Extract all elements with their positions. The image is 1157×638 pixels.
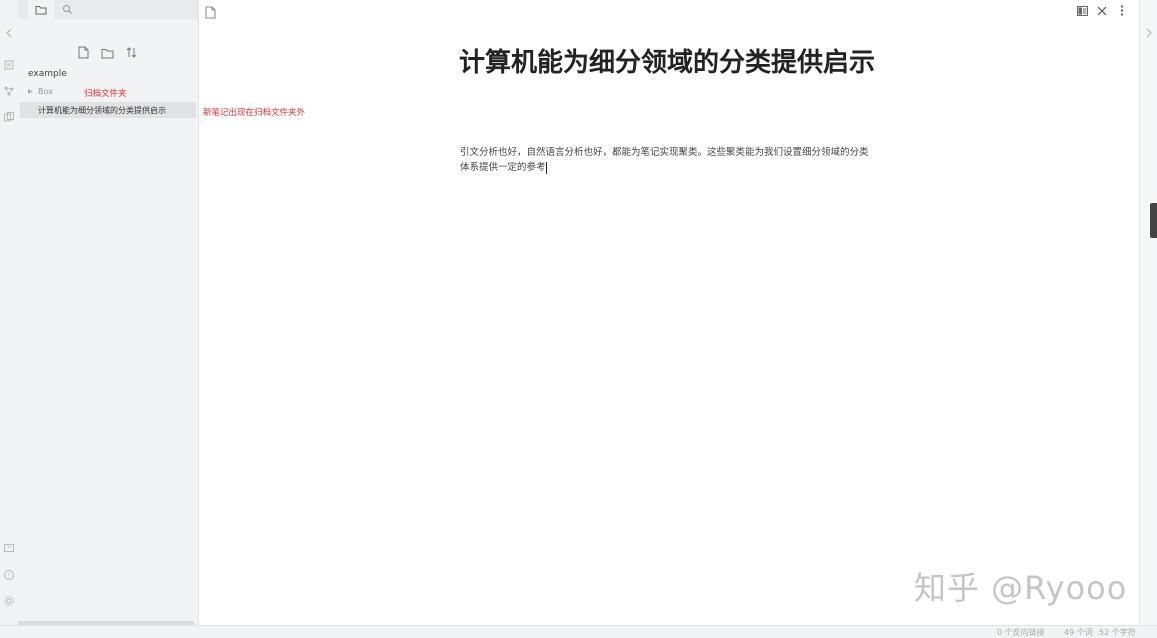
more-options-button[interactable] <box>1116 4 1128 16</box>
sort-button[interactable] <box>124 46 138 60</box>
reading-mode-button[interactable] <box>1076 4 1088 16</box>
file-explorer-sidebar: example ▶ Box 归档文件夹 计算机能为细分领域的分类提供启示 <box>18 0 199 625</box>
settings-icon[interactable] <box>3 592 15 606</box>
search-icon <box>62 0 73 19</box>
help-icon[interactable]: ? <box>3 566 15 580</box>
file-label: 计算机能为细分领域的分类提供启示 <box>38 106 166 115</box>
vault-name[interactable]: example <box>28 69 67 79</box>
text-cursor <box>545 161 547 174</box>
svg-text:?: ? <box>7 572 10 579</box>
templates-icon[interactable] <box>3 108 15 122</box>
sort-icon <box>125 44 138 63</box>
new-note-annotation: 新笔记出现在归档文件夹外 <box>203 108 306 118</box>
file-item-active[interactable]: 计算机能为细分领域的分类提供启示 <box>20 102 196 118</box>
folder-icon <box>35 0 47 19</box>
tab-file-explorer[interactable] <box>28 0 54 19</box>
status-bar: 0 个反向链接 49 个词 52 个字符 <box>0 625 1157 638</box>
explorer-actions <box>76 46 138 60</box>
new-note-icon <box>78 44 89 63</box>
note-body[interactable]: 引文分析也好，自然语言分析也好，都能为笔记实现聚类。这些聚类能为我们设置细分领域… <box>460 145 872 175</box>
graph-view-icon[interactable] <box>3 82 15 96</box>
backlinks-count[interactable]: 0 个反向链接 <box>997 627 1045 638</box>
left-ribbon: ? <box>0 0 19 637</box>
note-body-text: 引文分析也好，自然语言分析也好，都能为笔记实现聚类。这些聚类能为我们设置细分领域… <box>460 147 869 173</box>
folder-label: Box <box>38 87 53 96</box>
char-count: 52 个字符 <box>1099 628 1136 637</box>
tab-search[interactable] <box>54 0 80 19</box>
new-folder-button[interactable] <box>100 46 114 60</box>
file-icon[interactable] <box>205 4 216 19</box>
reading-mode-icon <box>1076 1 1088 20</box>
right-sidebar-collapsed <box>1139 0 1157 625</box>
new-folder-icon <box>101 44 114 63</box>
collapse-left-icon[interactable] <box>3 24 15 38</box>
more-options-icon <box>1120 1 1124 20</box>
collapse-triangle-icon[interactable]: ▶ <box>28 88 33 95</box>
close-icon <box>1097 1 1107 20</box>
word-count: 49 个词 <box>1064 628 1093 637</box>
archive-folder-annotation: 归档文件夹 <box>84 89 127 99</box>
expand-right-icon[interactable] <box>1144 24 1154 43</box>
drag-handle[interactable] <box>1150 203 1157 238</box>
sidebar-tab-bar <box>18 0 198 19</box>
note-title[interactable]: 计算机能为细分领域的分类提供启示 <box>459 48 879 79</box>
new-note-button[interactable] <box>76 46 90 60</box>
vault-icon[interactable] <box>3 539 15 552</box>
watermark: 知乎 @Ryooo <box>914 569 1128 607</box>
close-button[interactable] <box>1096 4 1108 16</box>
quick-switcher-icon[interactable] <box>3 56 15 70</box>
